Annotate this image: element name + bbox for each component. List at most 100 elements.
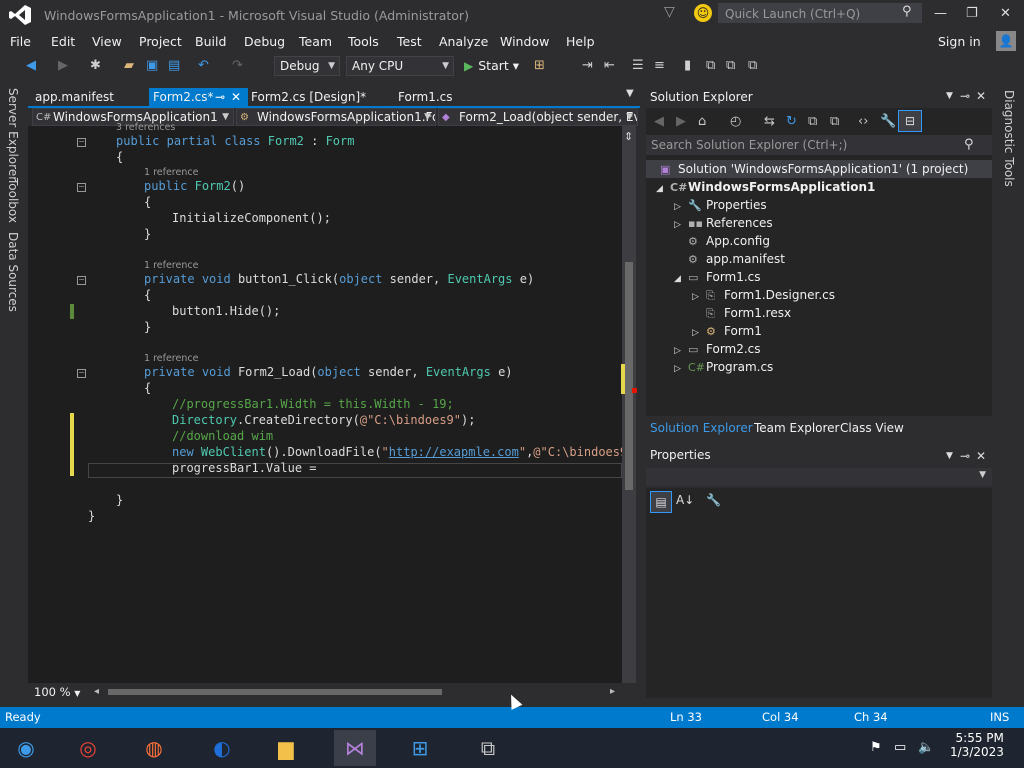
panel-menu-icon[interactable]: ▼ [946, 91, 953, 101]
properties-wrench-icon[interactable]: 🔧 [880, 114, 896, 129]
member-nav-dropdown[interactable]: ◆ Form2_Load(object sender, EventArgs e)▼ [438, 108, 638, 126]
media-player-icon[interactable]: ◉ [8, 730, 44, 766]
horizontal-scroll-thumb[interactable] [108, 689, 442, 695]
tab-team-explorer[interactable]: Team Explorer [754, 421, 840, 435]
collapsed-icon[interactable]: ▷ [674, 346, 688, 356]
forward-icon[interactable]: ▶ [676, 114, 686, 129]
taskbar-clock[interactable]: 5:55 PM 1/3/2023 [950, 731, 1004, 759]
tree-item-references[interactable]: ▷ ▪▪ References [674, 216, 773, 230]
visual-studio-taskbar-icon[interactable]: ⋈ [334, 730, 376, 766]
menu-file[interactable]: File [10, 34, 31, 49]
show-all-files-icon[interactable]: ⧉ [830, 114, 839, 129]
zoom-select[interactable]: 100 % ▼ [34, 685, 80, 699]
search-icon[interactable]: ⚲ [964, 137, 974, 152]
alphabetical-icon[interactable]: A↓ [676, 493, 694, 507]
property-pages-icon[interactable]: 🔧 [706, 493, 721, 507]
solution-search-input[interactable]: Search Solution Explorer (Ctrl+;) [646, 135, 992, 155]
sign-in-link[interactable]: Sign in [938, 34, 981, 49]
class-nav-dropdown[interactable]: ⚙ WindowsFormsApplication1.Form2▼ [236, 108, 436, 126]
sync-icon[interactable]: ⇆ [764, 114, 775, 129]
action-center-flag-icon[interactable]: ⚑ [870, 740, 882, 755]
menu-view[interactable]: View [92, 34, 122, 49]
close-panel-icon[interactable]: ✕ [976, 449, 986, 463]
tree-project[interactable]: ◢ C#WindowsFormsApplication1 [656, 180, 875, 194]
menu-test[interactable]: Test [397, 34, 422, 49]
tree-item-form2-cs[interactable]: ▷ ▭ Form2.cs [674, 342, 761, 356]
scroll-right-icon[interactable]: ▸ [610, 686, 615, 697]
bookmark-clear-icon[interactable]: ⧉ [748, 58, 757, 73]
diagnostic-tools-tab[interactable]: Diagnostic Tools [1002, 90, 1016, 187]
firefox-icon[interactable]: ◍ [136, 730, 172, 766]
tree-item-program-cs[interactable]: ▷ C#Program.cs [674, 360, 773, 374]
code-lens-references[interactable]: 1 reference [144, 167, 198, 178]
expanded-icon[interactable]: ◢ [674, 274, 688, 284]
tree-item-form1-class[interactable]: ▷ ⚙ Form1 [692, 324, 762, 338]
collapsed-icon[interactable]: ▷ [692, 292, 706, 302]
toolbox-tab[interactable]: Toolbox [6, 178, 20, 223]
object-selector[interactable]: ▼ [646, 468, 992, 486]
menu-build[interactable]: Build [195, 34, 226, 49]
collapse-icon[interactable]: − [77, 276, 86, 285]
bookmark-next-icon[interactable]: ⧉ [726, 58, 735, 73]
save-icon[interactable]: ▣ [146, 58, 158, 73]
pin-icon[interactable]: ⊸ [960, 89, 970, 103]
preview-toggle-icon[interactable]: ⊟ [898, 110, 922, 132]
menu-team[interactable]: Team [299, 34, 332, 49]
collapsed-icon[interactable]: ▷ [674, 364, 688, 374]
expanded-icon[interactable]: ◢ [656, 184, 670, 194]
menu-edit[interactable]: Edit [51, 34, 75, 49]
close-button[interactable]: ✕ [1000, 6, 1011, 21]
new-project-icon[interactable]: ✱ [90, 58, 101, 73]
collapsed-icon[interactable]: ▷ [674, 202, 688, 212]
comment-icon[interactable]: ☰ [632, 58, 644, 73]
uncomment-icon[interactable]: ≡ [654, 58, 665, 73]
pin-icon[interactable]: ⊸ [960, 449, 970, 463]
tab-form2-design[interactable]: Form2.cs [Design]* [247, 88, 366, 107]
windows-logo-icon[interactable]: ⊞ [402, 730, 438, 766]
configuration-select[interactable]: Debug ▼ [274, 56, 340, 76]
network-icon[interactable]: ▭ [894, 740, 906, 755]
view-code-icon[interactable]: ‹› [858, 114, 868, 129]
menu-debug[interactable]: Debug [244, 34, 285, 49]
categorized-icon[interactable]: ▤ [650, 491, 672, 513]
file-explorer-icon[interactable]: ▆ [268, 730, 304, 766]
server-explorer-tab[interactable]: Server Explorer [6, 88, 20, 181]
chrome-icon[interactable]: ◎ [70, 730, 106, 766]
close-panel-icon[interactable]: ✕ [976, 89, 986, 103]
code-url-link[interactable]: http://exapmle.com [389, 445, 519, 459]
step-icon[interactable]: ⇥ [582, 58, 593, 73]
tab-form2-cs[interactable]: Form2.cs* ⊸ ✕ [149, 88, 248, 107]
menu-help[interactable]: Help [566, 34, 595, 49]
save-all-icon[interactable]: ▤ [168, 58, 180, 73]
undo-icon[interactable]: ↶ [198, 58, 209, 73]
obama-logo-icon[interactable]: ◐ [204, 730, 240, 766]
tree-item-app-config[interactable]: ⚙ App.config [674, 234, 770, 248]
tab-form1-cs[interactable]: Form1.cs [394, 88, 453, 107]
browse-icon[interactable]: ⊞ [534, 58, 545, 73]
tree-item-form1-cs[interactable]: ◢ ▭ Form1.cs [674, 270, 761, 284]
back-icon[interactable]: ◀ [26, 58, 36, 73]
volume-icon[interactable]: 🔈 [918, 740, 934, 755]
tree-item-properties[interactable]: ▷ 🔧 Properties [674, 198, 767, 212]
pending-changes-icon[interactable]: ◴ [730, 114, 741, 129]
menu-window[interactable]: Window [500, 34, 549, 49]
code-lens-references[interactable]: 3 references [116, 122, 175, 133]
forward-icon[interactable]: ▶ [58, 58, 68, 73]
scroll-left-icon[interactable]: ◂ [94, 686, 99, 697]
code-lens-references[interactable]: 1 reference [144, 353, 198, 364]
split-editor-icon[interactable]: ⇕ [624, 130, 634, 144]
start-debugging-button[interactable]: ▶ Start ▾ [464, 58, 519, 73]
tree-item-form1-resx[interactable]: ⎘ Form1.resx [692, 306, 791, 321]
menu-analyze[interactable]: Analyze [439, 34, 488, 49]
panel-menu-icon[interactable]: ▼ [946, 451, 953, 461]
tree-item-form1-designer[interactable]: ▷ ⎘ Form1.Designer.cs [692, 288, 835, 303]
collapse-icon[interactable]: − [77, 183, 86, 192]
bookmark-prev-icon[interactable]: ⧉ [706, 58, 715, 73]
back-icon[interactable]: ◀ [654, 114, 664, 129]
task-view-icon[interactable]: ⧉ [470, 730, 506, 766]
search-icon[interactable]: ⚲ [902, 4, 912, 19]
menu-project[interactable]: Project [139, 34, 182, 49]
collapse-icon[interactable]: − [77, 369, 86, 378]
vertical-scroll-thumb[interactable] [625, 262, 633, 490]
tab-class-view[interactable]: Class View [840, 421, 904, 435]
